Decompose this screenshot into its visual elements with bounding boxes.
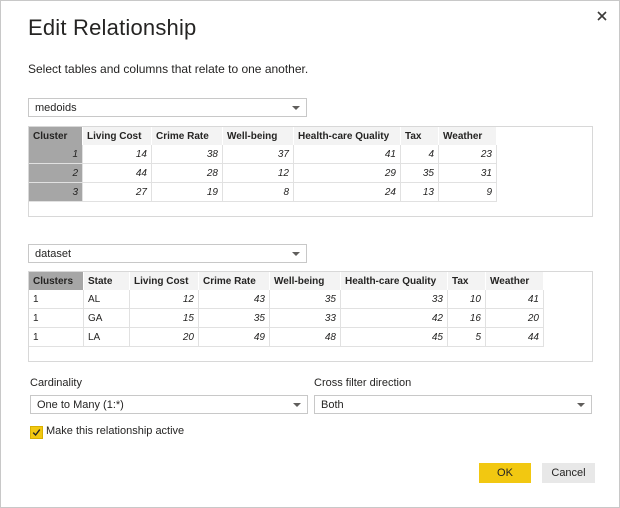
table1-select[interactable]: medoids: [28, 98, 307, 117]
table-cell: 38: [151, 145, 223, 164]
table-cell: 42: [340, 308, 448, 328]
close-icon[interactable]: [593, 7, 611, 25]
table-row: 1 14 38 37 41 4 23: [29, 145, 497, 164]
table-cell: 8: [222, 182, 294, 202]
chevron-down-icon: [292, 252, 300, 256]
table-cell: 1: [29, 290, 84, 309]
table2-col-header[interactable]: Living Cost: [129, 272, 199, 290]
table2-col-header[interactable]: State: [83, 272, 130, 290]
table2-select-value: dataset: [35, 248, 72, 260]
cross-filter-label: Cross filter direction: [314, 377, 412, 389]
chevron-down-icon: [292, 106, 300, 110]
table-cell: 37: [222, 145, 294, 164]
table-cell: 28: [151, 163, 223, 183]
table2-preview: Clusters State Living Cost Crime Rate We…: [28, 271, 593, 362]
table-cell: LA: [83, 327, 130, 347]
table-cell: 41: [293, 145, 401, 164]
table-cell: 27: [82, 182, 152, 202]
cancel-button[interactable]: Cancel: [542, 463, 595, 483]
cross-filter-value: Both: [321, 399, 344, 411]
table-cell: 13: [400, 182, 439, 202]
table1-col-header[interactable]: Cluster: [29, 127, 83, 145]
table2-header-row: Clusters State Living Cost Crime Rate We…: [29, 272, 544, 290]
table-row: 1 GA 15 35 33 42 16 20: [29, 308, 544, 328]
table-cell: 20: [485, 308, 544, 328]
active-relationship-label[interactable]: Make this relationship active: [46, 425, 184, 437]
table2-col-header[interactable]: Well-being: [269, 272, 341, 290]
table-row: 1 AL 12 43 35 33 10 41: [29, 290, 544, 309]
table-cell: 12: [222, 163, 294, 183]
table-cell: 2: [29, 163, 83, 183]
table-cell: 5: [447, 327, 486, 347]
cardinality-select[interactable]: One to Many (1:*): [30, 395, 308, 414]
table-cell: 45: [340, 327, 448, 347]
table-cell: 16: [447, 308, 486, 328]
cross-filter-select[interactable]: Both: [314, 395, 592, 414]
table1-col-header[interactable]: Health-care Quality: [293, 127, 401, 145]
table-cell: 48: [269, 327, 341, 347]
table2-col-header[interactable]: Tax: [447, 272, 486, 290]
table-cell: 33: [340, 290, 448, 309]
table1-col-header[interactable]: Crime Rate: [151, 127, 223, 145]
table-cell: 1: [29, 327, 84, 347]
table-cell: AL: [83, 290, 130, 309]
ok-button[interactable]: OK: [479, 463, 531, 483]
table-cell: 19: [151, 182, 223, 202]
table-cell: 12: [129, 290, 199, 309]
table1-col-header[interactable]: Weather: [438, 127, 497, 145]
dialog-subtitle: Select tables and columns that relate to…: [28, 62, 309, 76]
table-cell: 43: [198, 290, 270, 309]
cardinality-label: Cardinality: [30, 377, 82, 389]
table-cell: 24: [293, 182, 401, 202]
table-cell: 10: [447, 290, 486, 309]
table2-grid: Clusters State Living Cost Crime Rate We…: [29, 272, 544, 347]
table1-grid: Cluster Living Cost Crime Rate Well-bein…: [29, 127, 497, 202]
table-cell: 15: [129, 308, 199, 328]
table-cell: 23: [438, 145, 497, 164]
table1-select-value: medoids: [35, 102, 77, 114]
table1-header-row: Cluster Living Cost Crime Rate Well-bein…: [29, 127, 497, 145]
active-relationship-checkbox[interactable]: [30, 426, 43, 439]
table-cell: 1: [29, 145, 83, 164]
table1-preview: Cluster Living Cost Crime Rate Well-bein…: [28, 126, 593, 217]
table2-col-header[interactable]: Crime Rate: [198, 272, 270, 290]
dialog-title: Edit Relationship: [28, 15, 197, 40]
table-row: 1 LA 20 49 48 45 5 44: [29, 327, 544, 347]
chevron-down-icon: [293, 403, 301, 407]
chevron-down-icon: [577, 403, 585, 407]
table-cell: 44: [485, 327, 544, 347]
table-cell: 4: [400, 145, 439, 164]
checkmark-icon: [32, 429, 41, 437]
table2-select[interactable]: dataset: [28, 244, 307, 263]
table-cell: 49: [198, 327, 270, 347]
cardinality-value: One to Many (1:*): [37, 399, 124, 411]
table2-col-header[interactable]: Health-care Quality: [340, 272, 448, 290]
table-cell: 44: [82, 163, 152, 183]
table-row: 3 27 19 8 24 13 9: [29, 182, 497, 202]
table-cell: 20: [129, 327, 199, 347]
table-cell: GA: [83, 308, 130, 328]
table-cell: 14: [82, 145, 152, 164]
table-cell: 31: [438, 163, 497, 183]
table1-col-header[interactable]: Tax: [400, 127, 439, 145]
table-cell: 29: [293, 163, 401, 183]
table-cell: 33: [269, 308, 341, 328]
table-cell: 41: [485, 290, 544, 309]
table-row: 2 44 28 12 29 35 31: [29, 163, 497, 183]
table-cell: 35: [269, 290, 341, 309]
table-cell: 9: [438, 182, 497, 202]
table-cell: 35: [400, 163, 439, 183]
table-cell: 1: [29, 308, 84, 328]
edit-relationship-dialog: Edit Relationship Select tables and colu…: [0, 0, 620, 508]
table1-col-header[interactable]: Well-being: [222, 127, 294, 145]
table2-col-header[interactable]: Clusters: [29, 272, 84, 290]
table-cell: 35: [198, 308, 270, 328]
table-cell: 3: [29, 182, 83, 202]
table1-col-header[interactable]: Living Cost: [82, 127, 152, 145]
table2-col-header[interactable]: Weather: [485, 272, 544, 290]
